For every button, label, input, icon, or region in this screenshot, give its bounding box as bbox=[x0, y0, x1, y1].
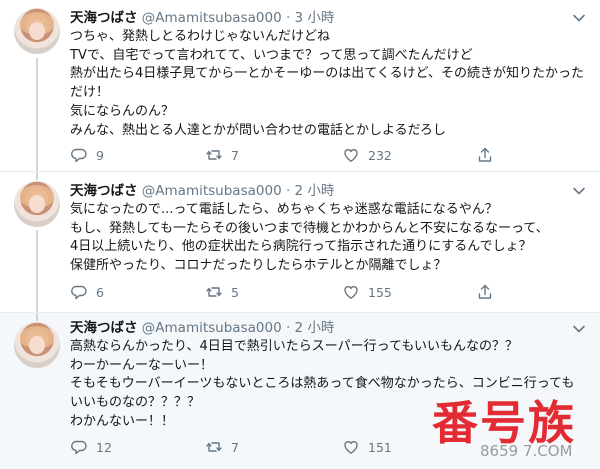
tweet-text-line: 気になったので...って電話したら、めちゃくちゃ迷惑な電話になるやん？ bbox=[70, 202, 498, 217]
avatar-face bbox=[29, 22, 45, 40]
chevron-down-icon[interactable] bbox=[572, 11, 586, 25]
retweet-icon bbox=[206, 287, 222, 297]
tweet-actions: 6 5 155 bbox=[70, 282, 500, 302]
retweet-icon bbox=[206, 150, 222, 160]
retweet-count: 7 bbox=[231, 439, 239, 455]
tweet-text-line: 4日以上続いたり、他の症状出たら病院行って指示された通りにするんでしょ？ bbox=[70, 239, 532, 255]
share-icon bbox=[478, 284, 492, 299]
tweet-actions: 12 7 151 bbox=[70, 437, 500, 457]
tweet-text-line: つちゃ、発熱しとるわけじゃないんだけどね bbox=[70, 29, 331, 44]
separator-dot: · bbox=[285, 10, 291, 26]
heart-icon bbox=[344, 149, 358, 162]
display-name[interactable]: 天海つばさ bbox=[70, 320, 138, 336]
like-count: 151 bbox=[368, 439, 392, 455]
avatar[interactable] bbox=[14, 322, 60, 368]
tweet-header: 天海つばさ @Amamitsubasa000 · 2 小時 bbox=[70, 319, 334, 337]
heart-icon bbox=[344, 286, 358, 299]
reply-icon bbox=[71, 440, 87, 455]
tweet-text-line: 保健所やったり、コロナだったりしたらホテルとか隔離でしょ？ bbox=[70, 258, 447, 274]
retweet-button[interactable]: 5 bbox=[205, 282, 239, 302]
timestamp[interactable]: 3 小時 bbox=[295, 10, 335, 26]
tweet-text: つちゃ、発熱しとるわけじゃないんだけどね TVで、自宅でって言われてて、いつまで… bbox=[70, 28, 590, 140]
tweet-text-line: だけ！ bbox=[70, 85, 110, 101]
retweet-icon bbox=[206, 442, 222, 452]
tweet-text-line: わかんないー！！ bbox=[70, 413, 175, 429]
tweet-text-line: みんな、熱出とる人達とかが問い合わせの電話とかしよるだろし bbox=[70, 122, 446, 138]
chevron-down-icon[interactable] bbox=[572, 322, 586, 336]
heart-icon bbox=[344, 441, 358, 454]
tweet-text-line: もし、発熱しても一たらその後いつまで待機とかわからんと不安になるなーって、 bbox=[70, 220, 549, 236]
thread-connector bbox=[36, 313, 38, 321]
avatar[interactable] bbox=[14, 8, 60, 54]
user-handle[interactable]: @Amamitsubasa000 bbox=[142, 320, 282, 336]
tweet-text-line: わーかーんーなーいー！ bbox=[70, 357, 214, 373]
reply-button[interactable]: 6 bbox=[70, 282, 104, 302]
user-handle[interactable]: @Amamitsubasa000 bbox=[142, 10, 282, 26]
retweet-count: 7 bbox=[231, 147, 239, 163]
user-handle[interactable]: @Amamitsubasa000 bbox=[142, 183, 282, 199]
reply-button[interactable]: 12 bbox=[70, 437, 112, 457]
tweet-text: 高熱ならんかったり、4日目で熱引いたらスーパー行ってもいいもんなの？？ わーかー… bbox=[70, 338, 590, 432]
thread-connector bbox=[36, 230, 38, 313]
reply-icon bbox=[71, 285, 87, 300]
timestamp[interactable]: 2 小時 bbox=[295, 320, 335, 336]
tweet-header: 天海つばさ @Amamitsubasa000 · 2 小時 bbox=[70, 182, 334, 200]
tweet[interactable]: 天海つばさ @Amamitsubasa000 · 3 小時 つちゃ、発熱しとるわ… bbox=[0, 0, 600, 171]
display-name[interactable]: 天海つばさ bbox=[70, 10, 138, 26]
like-count: 155 bbox=[368, 284, 392, 300]
tweet-text-line: 高熱ならんかったり、4日目で熱引いたらスーパー行ってもいいもんなの？？ bbox=[70, 339, 519, 354]
like-button[interactable]: 232 bbox=[342, 145, 392, 165]
retweet-button[interactable]: 7 bbox=[205, 145, 239, 165]
avatar[interactable] bbox=[14, 181, 60, 227]
reply-button[interactable]: 9 bbox=[70, 145, 104, 165]
tweet-text-line: 熱が出たら4日様子見てから一とかそーゆーのは出てくるけど、その続きが知りたかった bbox=[70, 66, 584, 82]
retweet-button[interactable]: 7 bbox=[205, 437, 239, 457]
avatar-face bbox=[29, 336, 45, 354]
tweet-text-line: いいものなの？？？？ bbox=[70, 395, 201, 411]
like-button[interactable]: 155 bbox=[342, 282, 392, 302]
reply-count: 6 bbox=[96, 284, 104, 300]
tweet-actions: 9 7 232 bbox=[70, 145, 500, 165]
reply-count: 12 bbox=[96, 439, 112, 455]
tweet-header: 天海つばさ @Amamitsubasa000 · 3 小時 bbox=[70, 9, 334, 27]
timestamp[interactable]: 2 小時 bbox=[295, 183, 335, 199]
reply-count: 9 bbox=[96, 147, 104, 163]
separator-dot: · bbox=[285, 183, 291, 199]
reply-icon bbox=[71, 148, 87, 163]
tweet-text: 気になったので...って電話したら、めちゃくちゃ迷惑な電話になるやん？ もし、発… bbox=[70, 201, 590, 276]
share-button[interactable] bbox=[476, 145, 502, 165]
tweet[interactable]: 天海つばさ @Amamitsubasa000 · 2 小時 気になったので...… bbox=[0, 171, 600, 313]
share-icon bbox=[478, 147, 492, 162]
tweet-text-line: TVで、自宅でって言われてて、いつまで？って思って調べたんだけど bbox=[70, 47, 473, 63]
separator-dot: · bbox=[285, 320, 291, 336]
like-count: 232 bbox=[368, 147, 392, 163]
share-button[interactable] bbox=[476, 282, 502, 302]
thread-connector bbox=[36, 58, 38, 171]
tweet-text-line: そもそもウーバーイーツもないところは熱あって食べ物なかったら、コンビニ行っても bbox=[70, 376, 575, 392]
tweet-text-line: 気にならんのん？ bbox=[70, 103, 175, 119]
like-button[interactable]: 151 bbox=[342, 437, 392, 457]
tweet[interactable]: 天海つばさ @Amamitsubasa000 · 2 小時 高熱ならんかったり、… bbox=[0, 312, 600, 469]
retweet-count: 5 bbox=[231, 284, 239, 300]
avatar-face bbox=[29, 195, 45, 213]
display-name[interactable]: 天海つばさ bbox=[70, 183, 138, 199]
chevron-down-icon[interactable] bbox=[572, 184, 586, 198]
thread-connector bbox=[36, 172, 38, 180]
